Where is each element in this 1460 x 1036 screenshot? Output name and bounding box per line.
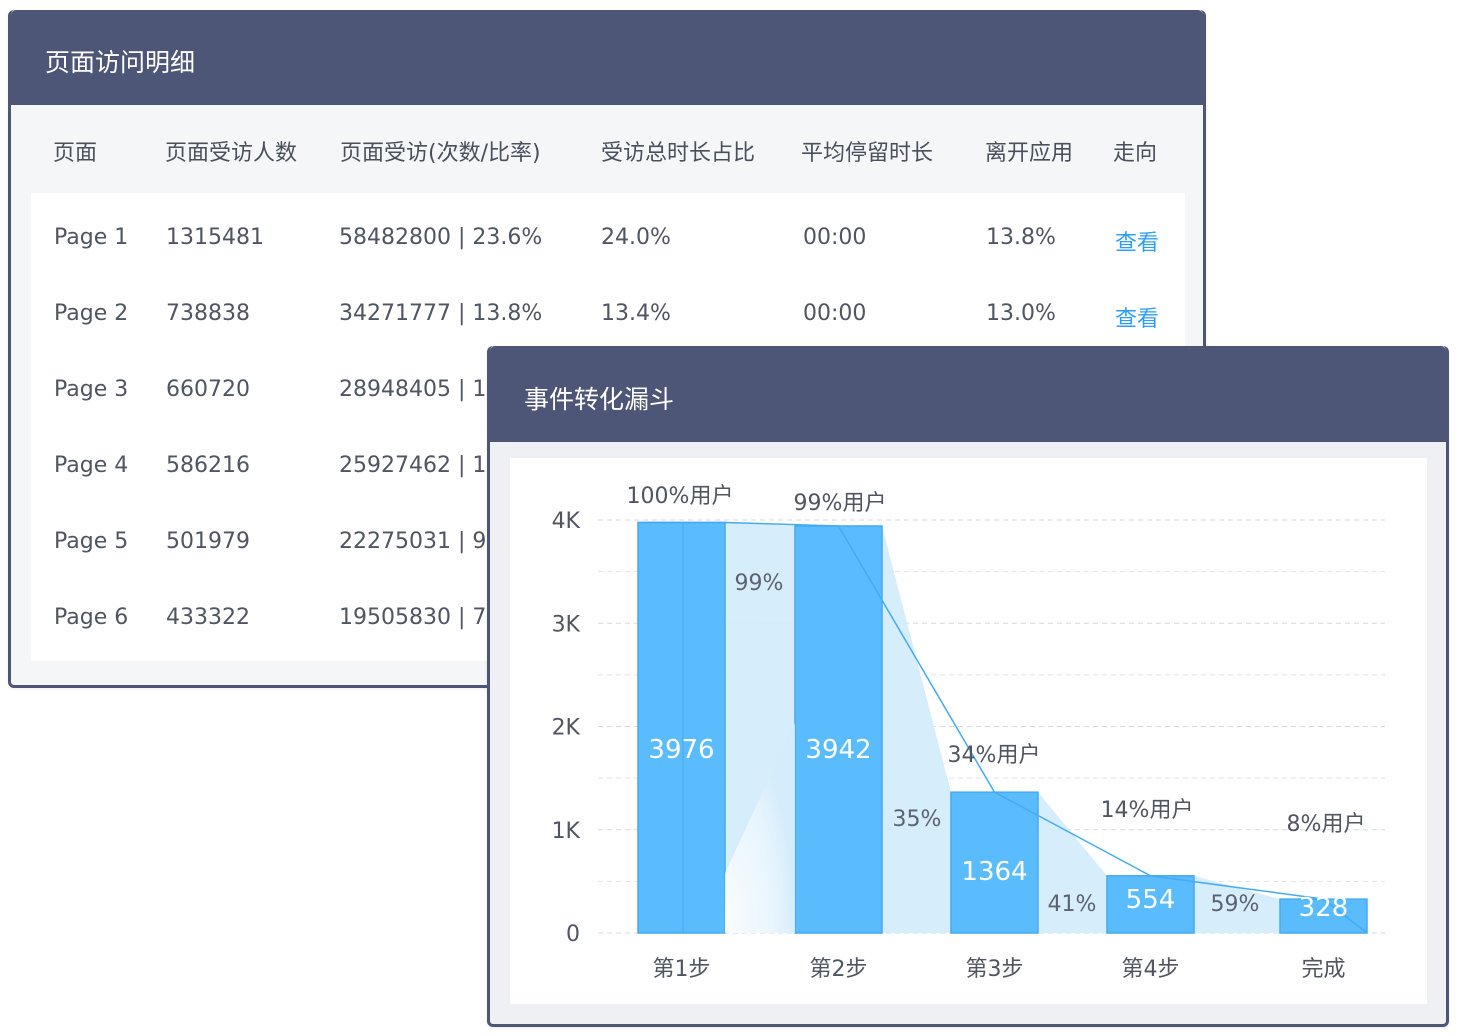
view-link[interactable]: 查看 <box>1115 301 1159 333</box>
cell-page: Page 1 <box>54 225 129 250</box>
x-category-label: 完成 <box>1301 957 1345 982</box>
cell-avg-stay: 00:00 <box>803 301 867 326</box>
cell-page: Page 2 <box>54 301 129 326</box>
bar-value-label: 1364 <box>961 857 1027 887</box>
step-user-percent-label: 8%用户 <box>1287 812 1366 837</box>
cell-visitors: 433322 <box>166 605 250 630</box>
cell-page: Page 3 <box>54 377 129 402</box>
conversion-rate-label: 99% <box>735 571 784 596</box>
y-tick-label: 4K <box>552 509 581 534</box>
cell-duration-share: 24.0% <box>601 225 671 250</box>
page-detail-title: 页面访问明细 <box>11 10 1203 105</box>
cell-visitors: 501979 <box>166 529 250 554</box>
y-tick-label: 3K <box>552 612 581 637</box>
cell-visitors: 660720 <box>166 377 250 402</box>
cell-visitors: 1315481 <box>166 225 264 250</box>
step-user-percent-label: 34%用户 <box>948 743 1041 768</box>
cell-visits: 58482800 | 23.6% <box>339 225 543 250</box>
cell-exit-rate: 13.0% <box>986 301 1056 326</box>
cell-page: Page 4 <box>54 453 129 478</box>
table-row: Page 1 1315481 58482800 | 23.6% 24.0% 00… <box>31 201 1185 277</box>
table-row: Page 2 738838 34271777 | 13.8% 13.4% 00:… <box>31 277 1185 353</box>
cell-visitors: 738838 <box>166 301 250 326</box>
funnel-connector <box>882 525 951 933</box>
funnel-bar <box>794 525 883 934</box>
view-link[interactable]: 查看 <box>1115 225 1159 257</box>
y-tick-label: 0 <box>566 922 580 947</box>
x-category-label: 第3步 <box>966 957 1024 982</box>
cell-visits: 34271777 | 13.8% <box>339 301 543 326</box>
column-header-visits: 页面受访(次数/比率) <box>340 141 541 166</box>
cell-page: Page 5 <box>54 529 129 554</box>
step-user-percent-label: 100%用户 <box>627 484 734 509</box>
column-header-visitors: 页面受访人数 <box>165 141 298 166</box>
x-category-label: 第1步 <box>653 957 711 982</box>
cell-visits: 22275031 | 9.0 <box>339 529 508 554</box>
cell-avg-stay: 00:00 <box>803 225 867 250</box>
cell-duration-share: 13.4% <box>601 301 671 326</box>
y-tick-label: 1K <box>552 819 581 844</box>
x-category-label: 第4步 <box>1122 957 1180 982</box>
column-header-exit: 离开应用 <box>985 141 1074 166</box>
funnel-chart-card: 0 1K 2K 3K 4K 3976 3942 1364 554 328 100%用户 99%用户 34… <box>510 458 1427 1004</box>
cell-page: Page 6 <box>54 605 129 630</box>
bar-value-label: 3942 <box>805 735 871 765</box>
conversion-rate-label: 59% <box>1211 892 1260 917</box>
column-header-duration-share: 受访总时长占比 <box>601 141 756 166</box>
funnel-panel: 事件转化漏斗 0 1K 2K 3K 4K 3976 3942 1364 554 328 100%用户… <box>487 346 1449 1027</box>
conversion-rate-label: 35% <box>893 807 942 832</box>
column-header-page: 页面 <box>53 141 98 166</box>
funnel-chart: 0 1K 2K 3K 4K 3976 3942 1364 554 328 100%用户 99%用户 34… <box>552 484 1385 982</box>
step-user-percent-label: 99%用户 <box>794 491 887 516</box>
y-tick-label: 2K <box>552 716 581 741</box>
cell-exit-rate: 13.8% <box>986 225 1056 250</box>
bar-value-label: 554 <box>1126 885 1176 915</box>
table-header: 页面 页面受访人数 页面受访(次数/比率) 受访总时长占比 平均停留时长 离开应… <box>11 105 1203 202</box>
cell-visitors: 586216 <box>166 453 250 478</box>
conversion-rate-label: 41% <box>1048 892 1097 917</box>
bar-value-label: 328 <box>1299 893 1349 923</box>
funnel-bar <box>637 521 726 934</box>
cell-visits: 19505830 | 7.9 <box>339 605 508 630</box>
funnel-title: 事件转化漏斗 <box>490 346 1446 442</box>
cell-visits: 25927462 | 10 <box>339 453 501 478</box>
step-user-percent-label: 14%用户 <box>1101 798 1194 823</box>
bar-value-label: 3976 <box>648 735 714 765</box>
column-header-avg-stay: 平均停留时长 <box>801 141 934 166</box>
cell-visits: 28948405 | 11 <box>339 377 501 402</box>
column-header-direction: 走向 <box>1113 141 1158 166</box>
x-category-label: 第2步 <box>810 957 868 982</box>
